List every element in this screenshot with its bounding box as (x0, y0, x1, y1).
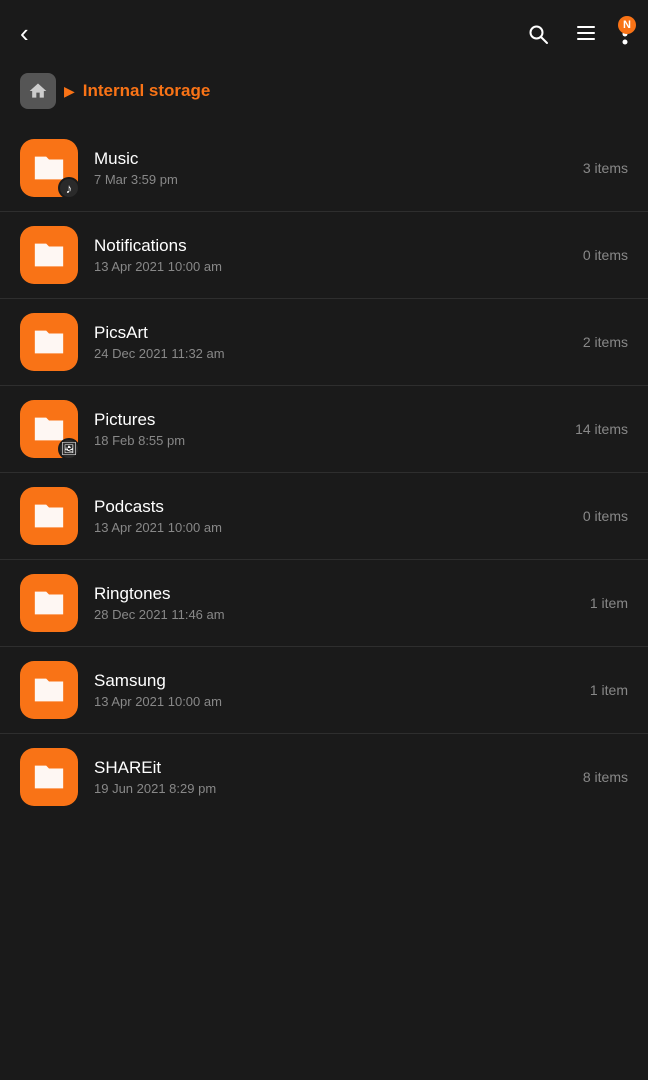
file-info: Ringtones 28 Dec 2021 11:46 am (94, 584, 590, 622)
file-date: 19 Jun 2021 8:29 pm (94, 781, 583, 796)
folder-icon-wrap: 🖼 (20, 400, 78, 458)
file-date: 7 Mar 3:59 pm (94, 172, 583, 187)
list-item[interactable]: Ringtones 28 Dec 2021 11:46 am 1 item (0, 560, 648, 647)
list-item[interactable]: 🖼 Pictures 18 Feb 8:55 pm 14 items (0, 386, 648, 473)
file-info: Notifications 13 Apr 2021 10:00 am (94, 236, 583, 274)
list-item[interactable]: PicsArt 24 Dec 2021 11:32 am 2 items (0, 299, 648, 386)
file-count: 1 item (590, 682, 628, 698)
file-info: Music 7 Mar 3:59 pm (94, 149, 583, 187)
file-name: Notifications (94, 236, 583, 256)
search-button[interactable] (526, 22, 550, 46)
back-icon: ‹ (20, 18, 29, 49)
file-info: Samsung 13 Apr 2021 10:00 am (94, 671, 590, 709)
folder-icon (32, 673, 66, 707)
folder-icon-wrap (20, 661, 78, 719)
topbar-right: N (526, 22, 628, 46)
file-date: 13 Apr 2021 10:00 am (94, 694, 590, 709)
folder-icon-bg (20, 748, 78, 806)
folder-sub-badge: 🖼 (58, 438, 80, 460)
more-options-button[interactable]: N (622, 22, 628, 46)
folder-icon (32, 760, 66, 794)
list-item[interactable]: ♪ Music 7 Mar 3:59 pm 3 items (0, 125, 648, 212)
list-item[interactable]: Podcasts 13 Apr 2021 10:00 am 0 items (0, 473, 648, 560)
file-count: 1 item (590, 595, 628, 611)
file-name: Samsung (94, 671, 590, 691)
file-date: 13 Apr 2021 10:00 am (94, 259, 583, 274)
file-name: SHAREit (94, 758, 583, 778)
folder-icon-wrap (20, 574, 78, 632)
file-name: Music (94, 149, 583, 169)
list-item[interactable]: SHAREit 19 Jun 2021 8:29 pm 8 items (0, 734, 648, 820)
file-name: Pictures (94, 410, 575, 430)
list-view-button[interactable] (574, 22, 598, 46)
list-icon (574, 22, 598, 46)
file-info: SHAREit 19 Jun 2021 8:29 pm (94, 758, 583, 796)
search-icon (526, 22, 550, 46)
folder-icon-wrap (20, 487, 78, 545)
folder-icon-wrap (20, 226, 78, 284)
folder-icon (32, 238, 66, 272)
folder-icon-bg (20, 661, 78, 719)
breadcrumb: ▶ Internal storage (0, 63, 648, 125)
folder-icon (32, 586, 66, 620)
home-icon[interactable] (20, 73, 56, 109)
folder-icon-bg (20, 574, 78, 632)
folder-icon-wrap: ♪ (20, 139, 78, 197)
breadcrumb-label: Internal storage (83, 81, 211, 101)
folder-icon (32, 499, 66, 533)
list-item[interactable]: Notifications 13 Apr 2021 10:00 am 0 ite… (0, 212, 648, 299)
file-count: 8 items (583, 769, 628, 785)
topbar: ‹ N (0, 0, 648, 63)
file-info: Podcasts 13 Apr 2021 10:00 am (94, 497, 583, 535)
file-name: Ringtones (94, 584, 590, 604)
file-info: PicsArt 24 Dec 2021 11:32 am (94, 323, 583, 361)
file-name: PicsArt (94, 323, 583, 343)
file-info: Pictures 18 Feb 8:55 pm (94, 410, 575, 448)
file-date: 13 Apr 2021 10:00 am (94, 520, 583, 535)
file-count: 3 items (583, 160, 628, 176)
list-item[interactable]: Samsung 13 Apr 2021 10:00 am 1 item (0, 647, 648, 734)
file-count: 0 items (583, 247, 628, 263)
folder-icon-bg (20, 487, 78, 545)
notification-badge: N (618, 16, 636, 34)
file-count: 14 items (575, 421, 628, 437)
file-date: 24 Dec 2021 11:32 am (94, 346, 583, 361)
file-count: 2 items (583, 334, 628, 350)
folder-icon-bg (20, 313, 78, 371)
file-list: ♪ Music 7 Mar 3:59 pm 3 items Notificati… (0, 125, 648, 820)
folder-icon-wrap (20, 748, 78, 806)
file-name: Podcasts (94, 497, 583, 517)
folder-sub-badge: ♪ (58, 177, 80, 199)
folder-icon-wrap (20, 313, 78, 371)
folder-icon (32, 325, 66, 359)
back-button[interactable]: ‹ (20, 18, 29, 49)
breadcrumb-arrow: ▶ (64, 83, 75, 100)
file-date: 28 Dec 2021 11:46 am (94, 607, 590, 622)
home-svg (28, 81, 48, 101)
file-date: 18 Feb 8:55 pm (94, 433, 575, 448)
topbar-left: ‹ (20, 18, 29, 49)
folder-icon-bg (20, 226, 78, 284)
file-count: 0 items (583, 508, 628, 524)
